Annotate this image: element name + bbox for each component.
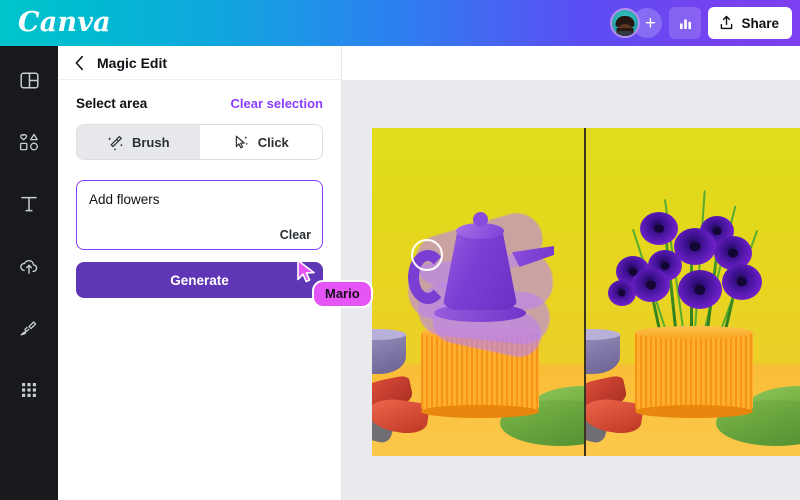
chevron-left-icon[interactable]	[74, 55, 85, 71]
pen-draw-icon	[20, 321, 37, 336]
sidebar-item-design[interactable]	[7, 60, 51, 100]
sidebar-item-draw[interactable]	[7, 308, 51, 348]
brush-cursor[interactable]	[411, 239, 443, 271]
collaborators-group: +	[610, 8, 663, 38]
collaborator-name: Mario	[312, 280, 373, 308]
sidebar-item-uploads[interactable]	[7, 246, 51, 286]
avatar[interactable]	[610, 8, 641, 38]
sidebar-item-elements[interactable]	[7, 122, 51, 162]
teapot-knob	[473, 212, 488, 227]
flower-bloom	[632, 268, 670, 302]
clear-prompt-link[interactable]: Clear	[280, 228, 311, 242]
magic-wand-icon	[107, 135, 123, 151]
share-button-label: Share	[741, 15, 779, 31]
before-image[interactable]	[372, 128, 584, 456]
design-layout-icon	[19, 71, 39, 89]
tab-brush[interactable]: Brush	[77, 125, 200, 159]
top-bar-actions: + Share	[610, 7, 792, 39]
upload-share-icon	[721, 15, 733, 30]
flower-bloom	[722, 264, 762, 300]
tab-brush-label: Brush	[131, 134, 170, 150]
page-title: Magic Edit	[97, 54, 168, 71]
clear-selection-link[interactable]: Clear selection	[231, 96, 324, 111]
tab-click-label: Click	[257, 134, 289, 150]
canvas-area	[342, 80, 800, 500]
left-rail	[0, 46, 58, 500]
top-bar: Canva + Share	[0, 0, 800, 46]
panel-header: Magic Edit	[58, 46, 341, 80]
tab-click[interactable]: Click	[200, 125, 323, 159]
flower-bloom	[678, 270, 722, 309]
after-image[interactable]	[586, 128, 800, 456]
canva-magic-edit-screen: Canva + Share Magic Edit Select area Cle…	[0, 0, 800, 500]
mode-tabs: Brush Click	[76, 124, 323, 160]
cursor-sparkle-icon	[235, 135, 248, 148]
avatar-body	[612, 31, 639, 36]
bar-chart-icon	[679, 19, 691, 29]
flower-bloom	[640, 212, 678, 245]
teapot-scene	[372, 128, 584, 456]
prompt-value: Add flowers	[89, 192, 160, 207]
sidebar-item-text[interactable]	[7, 184, 51, 224]
prompt-input[interactable]: Add flowers Clear	[76, 180, 323, 250]
pointer-cursor-icon	[297, 259, 315, 283]
shapes-elements-icon	[19, 133, 38, 151]
select-area-label: Select area	[76, 96, 148, 111]
orange-pedestal	[635, 326, 753, 418]
flowers-scene	[586, 128, 800, 456]
analytics-button[interactable]	[669, 7, 702, 39]
sidebar-item-apps[interactable]	[7, 370, 51, 410]
grid-apps-icon	[22, 383, 36, 397]
select-area-row: Select area Clear selection	[76, 96, 323, 111]
text-letter-t-icon	[21, 196, 37, 212]
share-button[interactable]: Share	[708, 7, 792, 39]
canva-logo[interactable]: Canva	[18, 9, 111, 36]
generate-button[interactable]: Generate	[76, 262, 323, 298]
before-after-images	[372, 128, 800, 456]
cloud-upload-icon	[20, 259, 38, 274]
